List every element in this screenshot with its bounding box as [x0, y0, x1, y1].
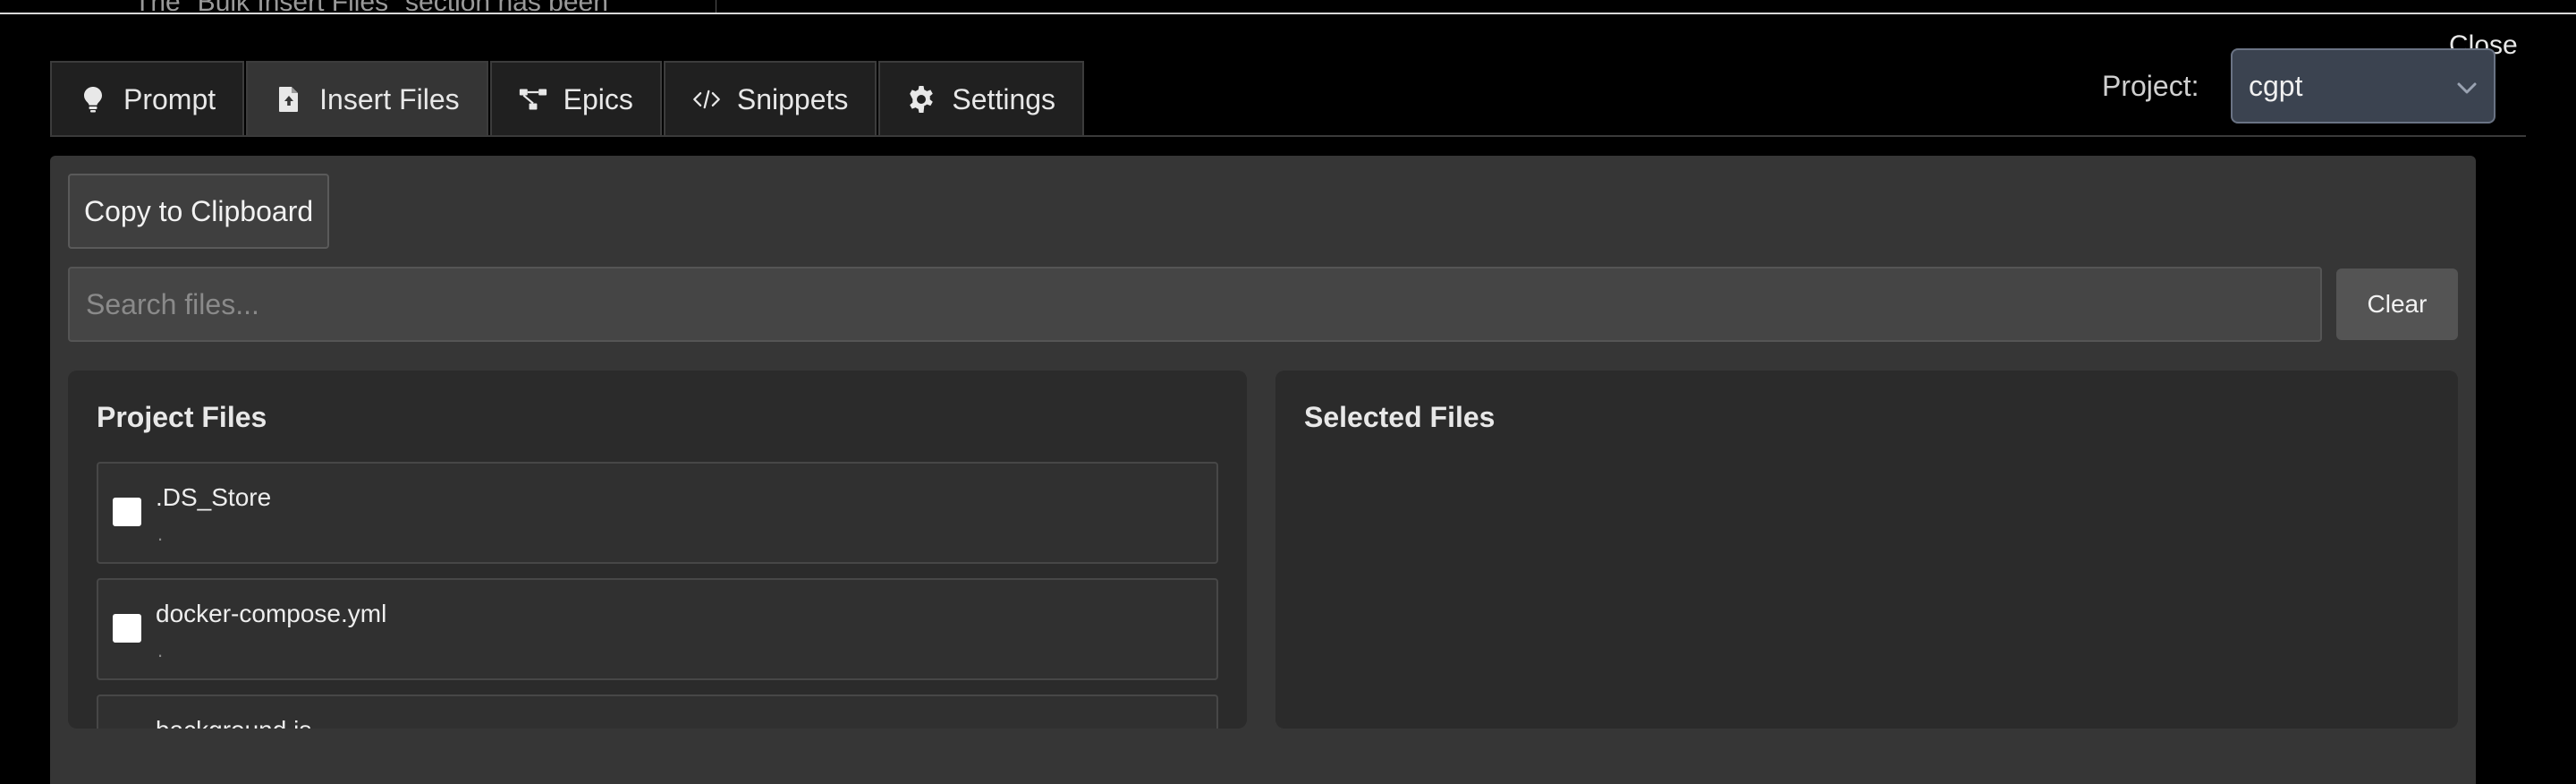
selected-files-title: Selected Files — [1304, 401, 1496, 433]
project-files-list[interactable]: .DS_Store . docker-compose.yml . backgro… — [97, 462, 1218, 729]
copy-to-clipboard-button[interactable]: Copy to Clipboard — [68, 174, 330, 249]
tab-prompt[interactable]: Prompt — [50, 61, 245, 136]
modal-top-border — [0, 13, 2576, 14]
file-path: . — [157, 523, 164, 545]
clear-search-button[interactable]: Clear — [2336, 268, 2458, 340]
project-label: Project: — [2102, 70, 2199, 102]
chevron-down-icon — [2456, 70, 2478, 103]
code-icon — [692, 85, 721, 114]
list-item[interactable]: docker-compose.yml . — [97, 578, 1218, 680]
file-checkbox[interactable] — [113, 498, 141, 526]
selected-files-box: Selected Files — [1275, 371, 2458, 729]
file-checkbox[interactable] — [113, 614, 141, 643]
tab-bar: Prompt Insert Files Epics Snippets Setti… — [50, 61, 1086, 136]
file-name: background.js — [156, 716, 311, 729]
insert-files-panel: Copy to Clipboard Clear Project Files .D… — [50, 156, 2476, 784]
tab-label: Epics — [563, 82, 633, 115]
file-path: . — [157, 639, 164, 661]
tab-settings[interactable]: Settings — [878, 61, 1085, 136]
project-select-value: cgpt — [2249, 69, 2303, 102]
diagram-icon — [519, 85, 547, 114]
project-files-box: Project Files .DS_Store . docker-compose… — [68, 371, 1247, 729]
project-select[interactable]: cgpt — [2231, 48, 2496, 124]
gear-icon — [907, 85, 936, 114]
project-files-title: Project Files — [97, 401, 267, 433]
file-name: docker-compose.yml — [156, 600, 387, 627]
tab-label: Snippets — [736, 82, 849, 115]
tab-label: Prompt — [123, 82, 216, 115]
lightbulb-icon — [79, 85, 107, 114]
list-item[interactable]: background.js — [97, 695, 1218, 729]
tab-label: Settings — [952, 82, 1056, 115]
tab-underline — [50, 135, 2526, 137]
tab-epics[interactable]: Epics — [489, 61, 662, 136]
tab-snippets[interactable]: Snippets — [663, 61, 877, 136]
file-upload-icon — [275, 85, 303, 114]
file-name: .DS_Store — [156, 483, 272, 511]
list-item[interactable]: .DS_Store . — [97, 462, 1218, 564]
tab-insert-files[interactable]: Insert Files — [246, 61, 488, 136]
search-files-input[interactable] — [68, 267, 2322, 342]
tab-label: Insert Files — [319, 82, 460, 115]
background-partial-text: The "Bulk Insert Files" section has been — [134, 0, 608, 17]
